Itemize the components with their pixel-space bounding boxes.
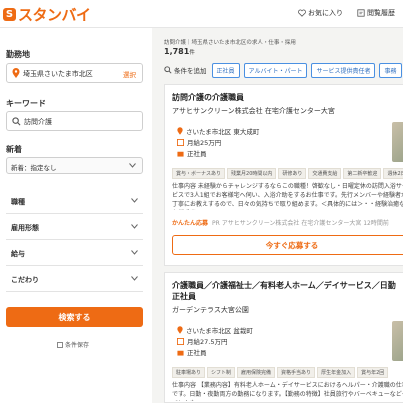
filter-label: 職種 [11, 198, 25, 206]
tag: 研修あり [278, 168, 307, 179]
job-title[interactable]: 訪問介護の介護職員 [172, 92, 244, 103]
easy-apply-row: かんたん応募 PR アサヒサンクリーン株式会社 在宅介護センター大宮 12時間前 [172, 218, 389, 227]
tag: 資格手当あり [277, 367, 316, 378]
logo-text: スタンバイ [18, 5, 91, 24]
logo-mark-icon: S [3, 7, 16, 21]
easy-apply-label: かんたん応募 [172, 220, 209, 227]
type-text: 正社員 [187, 150, 207, 158]
job-card[interactable]: 訪問介護の介護職員 アサヒサンクリーン株式会社 在宅介護センター大宮 さいたま市… [164, 84, 403, 266]
salary-text: 月給25万円 [187, 139, 222, 147]
filter-label: 給与 [11, 250, 25, 258]
heart-icon [298, 9, 306, 17]
location-label: 勤務地 [6, 50, 30, 59]
result-count: 1,781件 [164, 47, 195, 56]
new-value: 新着：指定なし [11, 164, 57, 172]
breadcrumb: 訪問介護｜埼玉県さいたま市北区の求人・仕事・採用 [164, 40, 296, 46]
new-label: 新着 [6, 145, 22, 154]
add-condition-label[interactable]: 条件を追加 [164, 65, 207, 75]
apply-now-button[interactable]: 今すぐ応募する [172, 235, 403, 255]
tag: 交通費支給 [308, 168, 342, 179]
tag: 賞与年2回 [357, 367, 389, 378]
map-pin-icon [177, 326, 183, 334]
condition-row: 条件を追加 正社員 アルバイト・パート サービス提供責任者 事務 [164, 62, 403, 78]
chip-parttime[interactable]: アルバイト・パート [243, 62, 308, 78]
chevron-down-icon [131, 250, 138, 255]
filter-preferences[interactable]: こだわり [6, 266, 143, 292]
tag: 厚生年金加入 [317, 367, 356, 378]
history-label: 閲覧履歴 [367, 9, 395, 17]
job-thumbnail[interactable] [392, 321, 403, 361]
sponsor-text: PR アサヒサンクリーン株式会社 在宅介護センター大宮 12時間前 [212, 220, 389, 227]
job-title-line2[interactable]: 正社員 [172, 291, 196, 302]
yen-icon [177, 138, 184, 146]
job-location: さいたま市北区 東大成町 [177, 126, 259, 136]
location-select-link[interactable]: 選択 [123, 69, 136, 79]
filter-salary[interactable]: 給与 [6, 240, 143, 266]
search-icon [12, 117, 21, 126]
briefcase-icon [177, 151, 184, 157]
chevron-down-icon [131, 276, 138, 281]
keyword-input[interactable]: 訪問介護 [6, 111, 143, 131]
job-description: 仕事内容 【業務内容】有料老人ホーム・デイサービスにおけるヘルパー・介護職の仕事… [172, 382, 403, 401]
location-value: 埼玉県さいたま市北区 [23, 70, 93, 78]
job-location: さいたま市北区 盆栽町 [177, 325, 253, 335]
location-field[interactable]: 埼玉県さいたま市北区 選択 [6, 63, 143, 83]
tag: 残業月20時間以内 [227, 168, 277, 179]
job-card[interactable]: 介護職員／介護福祉士／有料老人ホーム／デイサービス／日勤 正社員 ガーデンテラス… [164, 272, 403, 403]
bookmark-icon [57, 341, 63, 348]
yen-icon [177, 337, 184, 345]
filter-label: こだわり [11, 276, 39, 284]
logo[interactable]: S スタンバイ [3, 4, 91, 24]
chevron-down-icon [129, 163, 136, 168]
briefcase-icon [177, 350, 184, 356]
history-link[interactable]: 閲覧履歴 [357, 8, 395, 18]
tag-list: 駐車場あり シフト制 雇用保険完備 資格手当あり 厚生年金加入 賞与年2回 [172, 367, 390, 378]
tag: 第二新卒歓迎 [343, 168, 382, 179]
location-text: さいたま市北区 東大成町 [186, 128, 260, 136]
chip-service-manager[interactable]: サービス提供責任者 [311, 62, 376, 78]
search-button[interactable]: 検索する [6, 307, 143, 327]
count-unit: 件 [189, 50, 195, 56]
add-condition-text: 条件を追加 [174, 67, 207, 75]
top-header: S スタンバイ お気に入り 閲覧履歴 [0, 0, 403, 28]
job-type: 正社員 [177, 148, 207, 158]
job-title[interactable]: 介護職員／介護福祉士／有料老人ホーム／デイサービス／日勤 [172, 280, 396, 291]
count-value: 1,781 [164, 47, 190, 56]
job-thumbnail[interactable] [392, 122, 403, 162]
chevron-down-icon [131, 198, 138, 203]
tag: 雇用保険完備 [237, 367, 276, 378]
map-pin-icon [12, 68, 20, 78]
chevron-down-icon [131, 224, 138, 229]
job-description: 仕事内容 未経験からチャレンジするならこの職種！啓歓なし・日曜定休の訪問入浴サー… [172, 183, 403, 208]
company-name: アサヒサンクリーン株式会社 在宅介護センター大宮 [172, 107, 335, 115]
job-salary: 月給27.5万円 [177, 336, 227, 346]
save-conditions-link[interactable]: 条件保存 [57, 340, 89, 349]
job-type: 正社員 [177, 347, 207, 357]
keyword-label: キーワード [6, 99, 46, 108]
company-name: ガーデンテラス大宮公園 [172, 306, 249, 314]
map-pin-icon [177, 127, 183, 135]
keyword-value: 訪問介護 [24, 118, 52, 126]
chip-fulltime[interactable]: 正社員 [211, 62, 240, 78]
clock-icon [357, 9, 365, 17]
new-select[interactable]: 新着：指定なし [6, 157, 143, 174]
tag: 賞与・ボーナスあり [172, 168, 226, 179]
job-salary: 月給25万円 [177, 137, 221, 147]
tag-list: 賞与・ボーナスあり 残業月20時間以内 研修あり 交通費支給 第二新卒歓迎 週休… [172, 168, 403, 179]
chip-office[interactable]: 事務 [379, 62, 402, 78]
favorites-label: お気に入り [308, 9, 343, 17]
tag: 週休2日 [383, 168, 403, 179]
filter-job-type[interactable]: 職種 [6, 188, 143, 214]
filter-label: 雇用形態 [11, 224, 39, 232]
tag: 駐車場あり [172, 367, 206, 378]
save-label: 条件保存 [65, 342, 90, 349]
filter-icon [164, 66, 172, 74]
type-text: 正社員 [187, 349, 207, 357]
favorites-link[interactable]: お気に入り [298, 8, 343, 18]
filter-employment[interactable]: 雇用形態 [6, 214, 143, 240]
tag: シフト制 [207, 367, 236, 378]
location-text: さいたま市北区 盆栽町 [186, 327, 253, 335]
salary-text: 月給27.5万円 [187, 338, 228, 346]
